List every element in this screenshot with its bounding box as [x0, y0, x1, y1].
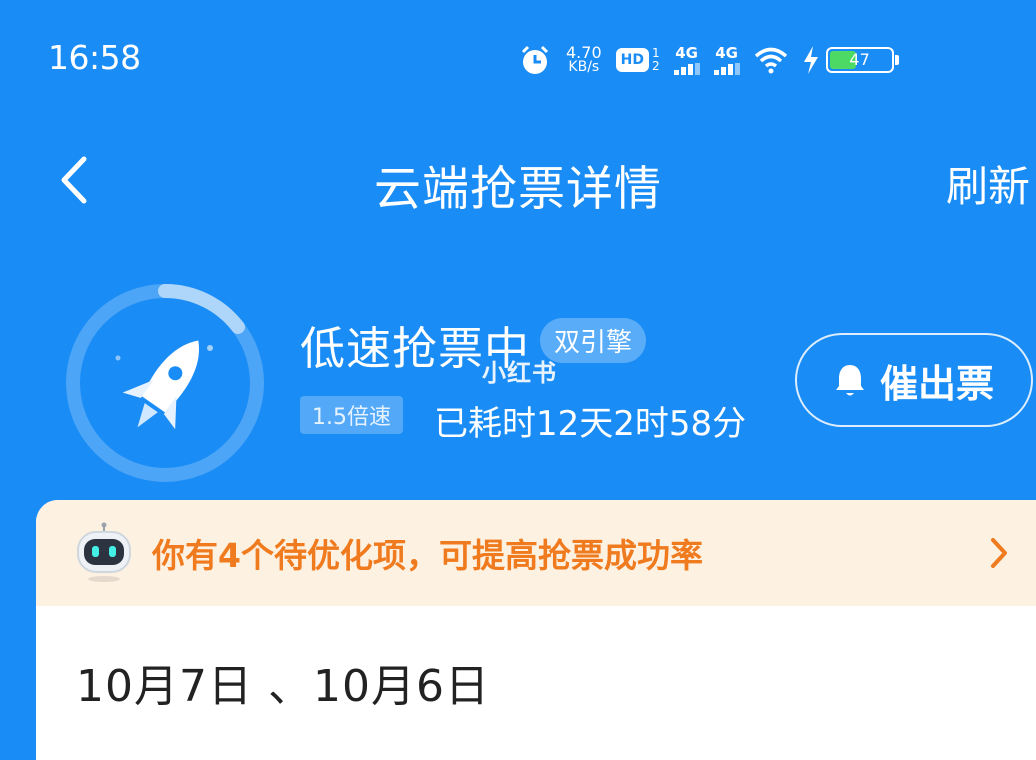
- rocket-icon: [122, 340, 200, 430]
- charging-icon: [802, 45, 820, 75]
- signal-icon: 4G: [713, 44, 740, 75]
- battery-level: 47: [849, 50, 870, 69]
- speed-badge: 1.5倍速: [300, 396, 403, 434]
- detail-card: 你有4个待优化项，可提高抢票成功率 10月7日 、10月6日: [36, 500, 1036, 760]
- status-icons: 4.70 KB/s HD 1 2 4G 4G 47: [518, 36, 913, 84]
- network-speed: 4.70 KB/s: [566, 45, 602, 75]
- network-speed-unit: KB/s: [568, 59, 600, 75]
- elapsed-time: 已耗时12天2时58分: [434, 404, 747, 444]
- page-title: 云端抢票详情: [374, 162, 662, 217]
- alarm-icon: [518, 43, 552, 77]
- progress-ring: [60, 278, 270, 488]
- watermark-logo: 小红书: [482, 359, 557, 387]
- chevron-right-icon: [991, 538, 1007, 568]
- hd-icon: HD 1 2: [615, 47, 660, 73]
- signal-1-label: 4G: [675, 44, 698, 62]
- wifi-icon: [754, 46, 788, 74]
- sim-bottom: 2: [651, 59, 660, 73]
- signal-icon: 4G: [673, 44, 700, 75]
- urge-ticket-button[interactable]: 催出票: [795, 333, 1033, 427]
- battery-icon: 47: [825, 47, 899, 73]
- robot-icon: [77, 522, 131, 582]
- refresh-button[interactable]: 刷新: [946, 153, 1030, 214]
- optimization-tips-text: 你有4个待优化项，可提高抢票成功率: [152, 536, 703, 575]
- status-time: 16:58: [48, 38, 141, 77]
- sim-indicator: 1 2: [652, 47, 660, 73]
- signal-2-label: 4G: [715, 44, 738, 62]
- urge-ticket-label: 催出票: [879, 361, 994, 406]
- bell-icon: [835, 365, 864, 396]
- travel-dates: 10月7日 、10月6日: [76, 661, 490, 712]
- network-speed-value: 4.70: [566, 43, 602, 62]
- hd-label: HD: [615, 48, 649, 72]
- optimization-tips-banner[interactable]: 你有4个待优化项，可提高抢票成功率: [36, 500, 1036, 606]
